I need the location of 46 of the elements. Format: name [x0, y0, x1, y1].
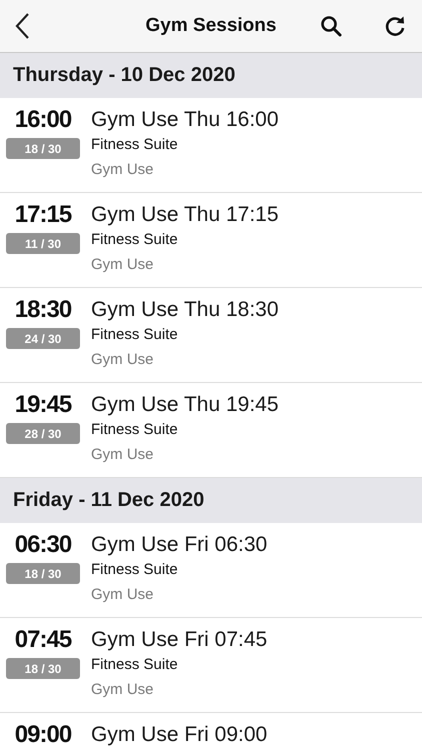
session-location: Fitness Suite — [91, 560, 179, 580]
session-title: Gym Use Fri 07:45 — [91, 627, 268, 653]
date-heading: Thursday - 10 Dec 2020 — [13, 64, 236, 87]
date-heading: Friday - 11 Dec 2020 — [13, 489, 204, 512]
session-row[interactable]: 06:30 18 / 30 Gym Use Fri 06:30 Fitness Suite Gym Use — [0, 523, 422, 618]
session-time: 17:15 — [14, 201, 72, 229]
session-title: Gym Use Thu 19:45 — [91, 392, 279, 418]
session-time: 18:30 — [14, 296, 72, 324]
session-category: Gym Use — [91, 160, 155, 180]
session-location: Fitness Suite — [91, 230, 179, 250]
capacity-badge: 28 / 30 — [6, 423, 80, 444]
session-title: Gym Use Thu 18:30 — [91, 297, 279, 323]
session-time: 09:00 — [14, 721, 72, 749]
screen-title: Gym Sessions — [144, 15, 278, 37]
session-category: Gym Use — [91, 680, 155, 700]
session-title: Gym Use Fri 09:00 — [91, 722, 268, 748]
session-time: 19:45 — [14, 391, 72, 419]
session-row[interactable]: 07:45 18 / 30 Gym Use Fri 07:45 Fitness Suite Gym Use — [0, 618, 422, 713]
back-icon — [14, 12, 30, 40]
refresh-icon — [384, 15, 406, 37]
session-time: 16:00 — [14, 106, 72, 134]
capacity-badge: 18 / 30 — [6, 658, 80, 679]
session-category: Gym Use — [91, 350, 155, 370]
session-location: Fitness Suite — [91, 135, 179, 155]
session-location: Fitness Suite — [91, 325, 179, 345]
session-category: Gym Use — [91, 445, 155, 465]
search-button[interactable] — [320, 15, 342, 37]
session-row[interactable]: 16:00 18 / 30 Gym Use Thu 16:00 Fitness Suite Gym Use — [0, 98, 422, 193]
session-category: Gym Use — [91, 255, 155, 275]
capacity-badge: 18 / 30 — [6, 138, 80, 159]
session-row[interactable]: 18:30 24 / 30 Gym Use Thu 18:30 Fitness Suite Gym Use — [0, 288, 422, 383]
refresh-button[interactable] — [384, 15, 406, 37]
session-location: Fitness Suite — [91, 655, 179, 675]
capacity-badge: 11 / 30 — [6, 233, 80, 254]
session-location: Fitness Suite — [91, 420, 179, 440]
session-title: Gym Use Fri 06:30 — [91, 532, 268, 558]
capacity-badge: 18 / 30 — [6, 563, 80, 584]
session-time: 06:30 — [14, 531, 72, 559]
session-time: 07:45 — [14, 626, 72, 654]
session-title: Gym Use Thu 16:00 — [91, 107, 279, 133]
session-row[interactable]: 09:00 Gym Use Fri 09:00 — [0, 713, 422, 750]
session-title: Gym Use Thu 17:15 — [91, 202, 279, 228]
session-row[interactable]: 17:15 11 / 30 Gym Use Thu 17:15 Fitness Suite Gym Use — [0, 193, 422, 288]
search-icon — [320, 15, 342, 37]
session-category: Gym Use — [91, 585, 155, 605]
capacity-badge: 24 / 30 — [6, 328, 80, 349]
